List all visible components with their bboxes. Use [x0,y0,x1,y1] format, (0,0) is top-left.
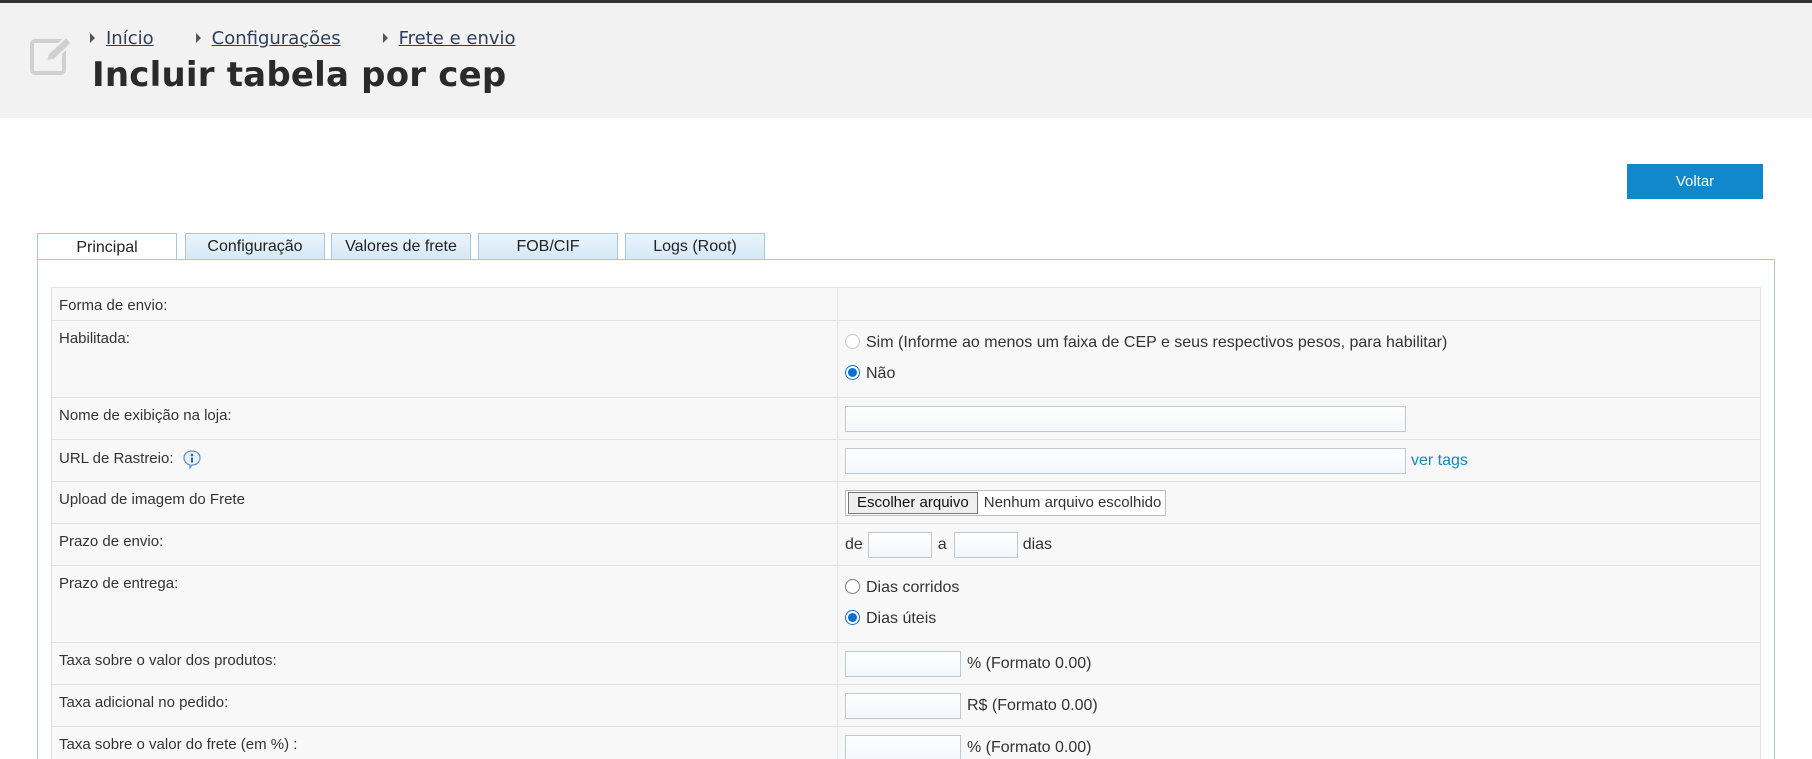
shipping-time-to-input[interactable] [953,531,1018,558]
radio-label-nao: Não [866,365,896,382]
label-nome-exibicao: Nome de exibição na loja: [51,397,838,440]
view-tags-link[interactable]: ver tags [1411,452,1468,470]
breadcrumb-item-inicio: Início [90,28,154,49]
radio-dias-corridos[interactable] [845,579,860,594]
field-line [845,398,1753,439]
label-url-rastreio-cell: URL de Rastreio: [51,439,838,482]
radio-label-sim: Sim (Informe ao menos um faixa de CEP e … [866,334,1448,351]
label-url-rastreio: URL de Rastreio: [59,449,174,467]
field-line: % (Formato 0.00) [845,643,1753,684]
file-upload: Escolher arquivo Nenhum arquivo escolhid… [845,489,1167,516]
page-header: Início Configurações Frete e envio Inclu… [0,3,1812,118]
row-prazo-envio: Prazo de envio: de a dias [51,523,1761,566]
prazo-envio-prefix: de [845,535,863,553]
tab-fob-cif[interactable]: FOB/CIF [478,233,618,260]
field-line: % (Formato 0.00) [845,727,1753,759]
edit-icon [30,35,74,75]
shipping-time-from-input[interactable] [867,531,932,558]
caret-right-icon [90,33,95,43]
field-prazo-entrega: Dias corridos Dias úteis [837,565,1761,643]
field-nome-exibicao [837,397,1761,440]
field-prazo-envio: de a dias [837,523,1761,566]
option-sim: Sim (Informe ao menos um faixa de CEP e … [845,321,1753,352]
row-upload-imagem: Upload de imagem do Frete Escolher arqui… [51,481,1761,524]
field-line: de a dias [845,524,1753,565]
breadcrumb: Início Configurações Frete e envio [90,25,558,51]
order-additional-fee-format: R$ (Formato 0.00) [967,696,1098,714]
label-upload-imagem: Upload de imagem do Frete [51,481,838,524]
row-url-rastreio: URL de Rastreio: ver tags [51,439,1761,482]
row-nome-exibicao: Nome de exibição na loja: [51,397,1761,440]
option-dias-corridos: Dias corridos [845,566,1753,597]
field-line: R$ (Formato 0.00) [845,685,1753,726]
label-taxa-adicional: Taxa adicional no pedido: [51,684,838,727]
breadcrumb-link-inicio[interactable]: Início [106,28,154,49]
field-taxa-adicional: R$ (Formato 0.00) [837,684,1761,727]
option-nao: Não [845,352,1753,383]
value-forma-envio [837,287,1761,321]
radio-label-dias-corridos: Dias corridos [866,579,960,596]
store-display-name-input[interactable] [845,405,1406,432]
product-fee-input[interactable] [845,650,961,677]
radio-dias-uteis[interactable] [845,610,860,625]
tab-principal[interactable]: Principal [37,233,177,261]
row-taxa-frete: Taxa sobre o valor do frete (em %) : % (… [51,726,1761,759]
field-taxa-frete: % (Formato 0.00) [837,726,1761,759]
label-prazo-envio: Prazo de envio: [51,523,838,566]
caret-right-icon [382,33,388,43]
file-status: Nenhum arquivo escolhido [983,494,1162,511]
back-button[interactable]: Voltar [1627,164,1763,199]
radio-label-dias-uteis: Dias úteis [866,610,937,627]
breadcrumb-item-frete: Frete e envio [382,28,516,49]
field-taxa-produtos: % (Formato 0.00) [837,642,1761,685]
label-habilitada: Habilitada: [51,320,838,398]
label-forma-envio: Forma de envio: [51,287,838,321]
row-forma-envio: Forma de envio: [51,287,1761,321]
tab-valores-frete[interactable]: Valores de frete [331,233,471,260]
row-habilitada: Habilitada: Sim (Informe ao menos um fai… [51,320,1761,398]
page-title: Incluir tabela por cep [92,55,507,95]
field-line: Escolher arquivo Nenhum arquivo escolhid… [845,482,1753,523]
breadcrumb-link-frete-envio[interactable]: Frete e envio [399,28,516,49]
tab-logs-root[interactable]: Logs (Root) [625,233,765,260]
freight-fee-input[interactable] [845,734,961,759]
shipping-form-table: Forma de envio: Habilitada: Sim (Informe… [51,287,1761,759]
breadcrumb-link-configuracoes[interactable]: Configurações [212,28,341,49]
breadcrumb-item-configuracoes: Configurações [195,28,341,49]
radio-nao[interactable] [845,365,860,380]
tab-configuracao[interactable]: Configuração [185,233,325,260]
label-taxa-frete: Taxa sobre o valor do frete (em %) : [51,726,838,759]
tracking-url-input[interactable] [845,447,1406,474]
field-line: ver tags [845,440,1753,481]
order-additional-fee-input[interactable] [845,692,961,719]
freight-fee-format: % (Formato 0.00) [967,738,1092,756]
field-upload-imagem: Escolher arquivo Nenhum arquivo escolhid… [837,481,1761,524]
row-prazo-entrega: Prazo de entrega: Dias corridos Dias úte… [51,565,1761,643]
product-fee-format: % (Formato 0.00) [967,654,1092,672]
info-icon[interactable] [182,449,202,469]
choose-file-button[interactable]: Escolher arquivo [848,491,978,514]
prazo-envio-middle: a [937,535,947,553]
field-url-rastreio: ver tags [837,439,1761,482]
field-habilitada: Sim (Informe ao menos um faixa de CEP e … [837,320,1761,398]
prazo-envio-suffix: dias [1022,535,1053,553]
row-taxa-produtos: Taxa sobre o valor dos produtos: % (Form… [51,642,1761,685]
caret-right-icon [195,33,201,43]
row-taxa-adicional: Taxa adicional no pedido: R$ (Formato 0.… [51,684,1761,727]
label-taxa-produtos: Taxa sobre o valor dos produtos: [51,642,838,685]
option-dias-uteis: Dias úteis [845,597,1753,628]
radio-sim[interactable] [845,334,860,349]
label-prazo-entrega: Prazo de entrega: [51,565,838,643]
